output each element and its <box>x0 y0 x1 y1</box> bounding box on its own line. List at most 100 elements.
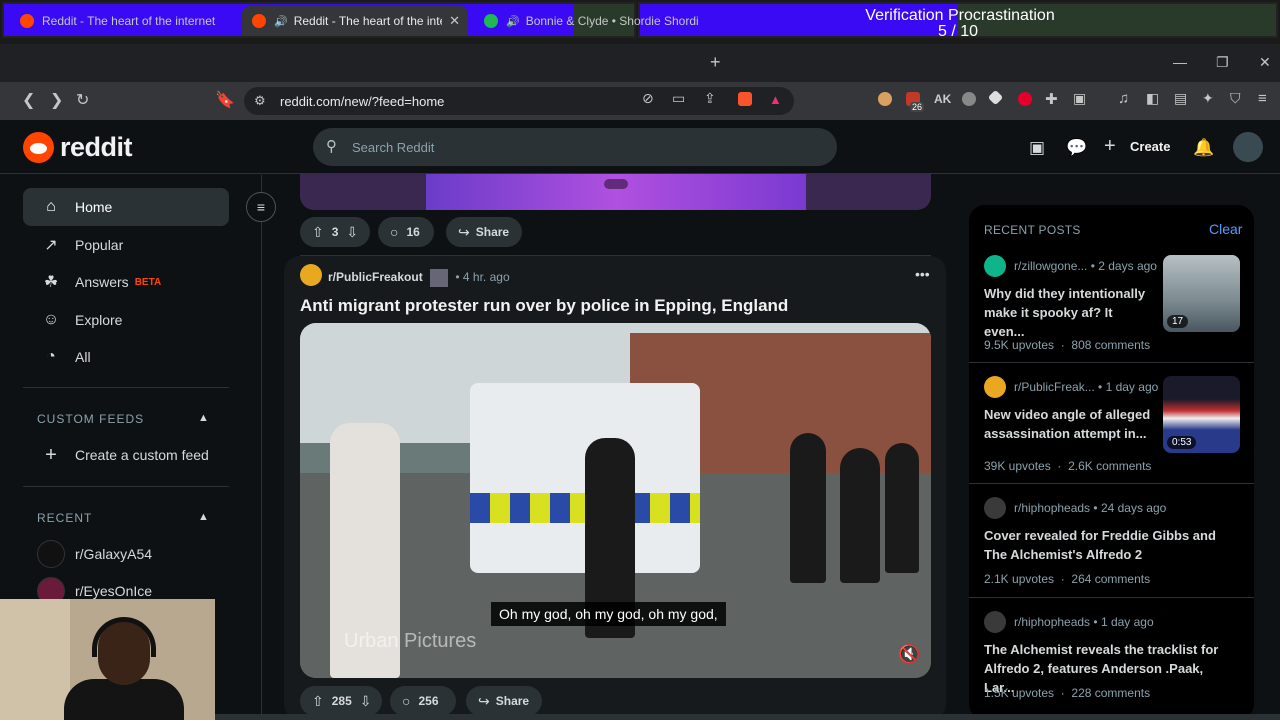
recent-post-subreddit[interactable]: r/hiphopheads • 24 days ago <box>984 497 1166 519</box>
clear-recent-button[interactable]: Clear <box>1209 221 1242 237</box>
create-custom-feed-link[interactable]: + Create a custom feed <box>23 436 229 474</box>
close-tab-icon[interactable]: ✕ <box>449 13 460 29</box>
recent-post-subreddit[interactable]: r/PublicFreak... • 1 day ago <box>984 376 1158 398</box>
window-close-icon[interactable]: ✕ <box>1259 54 1271 71</box>
gallery-dots[interactable] <box>604 179 628 189</box>
sidebar-item-home[interactable]: ⌂ Home <box>23 188 229 226</box>
community-avatar-icon <box>37 540 65 568</box>
video-watermark: Urban Pictures <box>344 630 477 652</box>
vote-control[interactable]: ⇧ 285 ⇩ <box>300 686 382 716</box>
extension-circle-icon[interactable] <box>962 92 976 106</box>
collapse-sidebar-button[interactable]: ≡ <box>246 192 276 222</box>
video-person <box>840 448 880 583</box>
recent-post-thumbnail[interactable]: 17 <box>1163 255 1240 332</box>
custom-feeds-heading[interactable]: CUSTOM FEEDS <box>37 412 144 426</box>
reload-icon[interactable]: ↻ <box>76 90 89 110</box>
extension-badge-count: 26 <box>910 102 925 112</box>
recent-post-thumbnail[interactable]: 0:53 <box>1163 376 1240 453</box>
brave-rewards-icon[interactable]: ▲ <box>769 92 783 107</box>
goal-right-progress: 5 / 10 <box>937 23 979 38</box>
reddit-wordmark[interactable]: reddit <box>60 132 133 163</box>
share-button[interactable]: ↪ Share <box>446 217 522 247</box>
poster-avatar[interactable] <box>430 269 449 287</box>
share-button[interactable]: ↪ Share <box>466 686 542 716</box>
bookmark-icon[interactable]: 🔖 <box>215 90 235 110</box>
post-title[interactable]: Anti migrant protester run over by polic… <box>300 296 788 316</box>
comment-count: 16 <box>406 225 420 239</box>
minimize-icon[interactable]: — <box>1173 54 1187 70</box>
browser-tab-3[interactable]: 🔊 Bonnie & Clyde • Shordie Shordi <box>474 6 698 36</box>
recent-post-title[interactable]: New video angle of alleged assassination… <box>984 405 1156 443</box>
sidebar-item-label: Popular <box>75 237 124 253</box>
cast-icon[interactable]: ▭ <box>672 90 685 107</box>
upvote-icon[interactable]: ⇧ <box>312 224 324 241</box>
extension-ak-icon[interactable]: AK <box>934 92 951 106</box>
extensions-puzzle-icon[interactable]: ✚ <box>1045 90 1058 108</box>
sidebar-toggle-icon[interactable]: ◧ <box>1146 90 1159 107</box>
leo-ai-icon[interactable]: ✦ <box>1202 90 1214 107</box>
url-text[interactable]: reddit.com/new/?feed=home <box>280 94 444 109</box>
more-options-icon[interactable]: ••• <box>915 266 930 282</box>
webcam-overlay <box>0 599 215 720</box>
recent-post-subreddit[interactable]: r/zillowgone... • 2 days ago <box>984 255 1157 277</box>
recent-post-stats: 2.1K upvotes · 264 comments <box>984 572 1151 586</box>
recent-heading[interactable]: RECENT <box>37 511 92 525</box>
advertise-icon[interactable]: ▣ <box>1029 138 1045 158</box>
browser-tab-2[interactable]: 🔊 Reddit - The heart of the inter ✕ <box>242 6 468 36</box>
comment-count: 264 comments <box>1071 572 1151 586</box>
forward-icon[interactable]: ❯ <box>50 90 63 110</box>
upvote-count: 39K upvotes <box>984 459 1051 473</box>
notifications-bell-icon[interactable]: 🔔 <box>1193 138 1214 158</box>
create-plus-icon[interactable]: + <box>1104 135 1116 158</box>
horizontal-scrollbar[interactable] <box>215 714 1280 720</box>
user-avatar[interactable] <box>1233 132 1263 162</box>
downvote-icon[interactable]: ⇩ <box>360 693 372 710</box>
share-label: Share <box>495 694 530 708</box>
extension-hand-icon[interactable] <box>878 92 892 106</box>
share-page-icon[interactable]: ⇪ <box>704 90 716 107</box>
recent-post-title[interactable]: Why did they intentionally make it spook… <box>984 284 1156 341</box>
webcam-background <box>0 599 70 720</box>
sidebar-item-label: Answers <box>75 274 129 290</box>
screenshot-icon[interactable]: ▣ <box>1073 90 1086 107</box>
new-tab-icon[interactable]: + <box>710 52 721 73</box>
sidebar-item-popular[interactable]: ↗ Popular <box>23 226 229 264</box>
back-icon[interactable]: ❮ <box>22 90 35 110</box>
community-avatar-icon <box>984 376 1006 398</box>
recent-post-subreddit[interactable]: r/hiphopheads • 1 day ago <box>984 611 1154 633</box>
downvote-icon[interactable]: ⇩ <box>346 224 358 241</box>
beta-badge: BETA <box>134 276 162 288</box>
sidebar-item-answers[interactable]: ☘ Answers BETA <box>23 263 229 301</box>
create-button[interactable]: Create <box>1130 139 1170 154</box>
vote-control[interactable]: ⇧ 3 ⇩ <box>300 217 370 247</box>
vpn-icon[interactable]: ⛉ <box>1230 90 1241 107</box>
speaker-icon: 🔊 <box>506 15 520 28</box>
no-tracking-icon[interactable]: ⊘ <box>642 90 654 107</box>
comments-button[interactable]: ○ 256 <box>390 686 456 716</box>
maximize-icon[interactable]: ❐ <box>1216 54 1229 71</box>
vote-count: 285 <box>331 694 352 708</box>
chevron-up-icon[interactable]: ▲ <box>198 511 209 523</box>
subreddit-avatar[interactable] <box>300 264 322 286</box>
reddit-logo-icon[interactable] <box>23 132 54 163</box>
mute-icon[interactable]: 🔇 <box>898 644 920 665</box>
chat-icon[interactable]: 💬 <box>1066 138 1087 158</box>
adblock-plus-icon[interactable] <box>1018 92 1032 106</box>
browser-tabstrip <box>0 44 1280 82</box>
upvote-icon[interactable]: ⇧ <box>312 693 324 710</box>
menu-icon[interactable]: ≡ <box>1258 90 1267 107</box>
subreddit-link[interactable]: r/PublicFreakout <box>328 270 423 284</box>
recent-divider <box>969 597 1254 598</box>
chevron-up-icon[interactable]: ▲ <box>198 412 209 424</box>
comments-button[interactable]: ○ 16 <box>378 217 434 247</box>
recent-post-title[interactable]: Cover revealed for Freddie Gibbs and The… <box>984 526 1234 564</box>
browser-tab-1[interactable]: Reddit - The heart of the internet <box>10 6 240 36</box>
wallet-icon[interactable]: ▤ <box>1174 90 1187 107</box>
media-icon[interactable]: ♫ <box>1118 90 1129 107</box>
recent-community-1[interactable]: r/GalaxyA54 <box>23 535 229 573</box>
upvote-count: 9.5K upvotes <box>984 338 1055 352</box>
sidebar-item-explore[interactable]: ☺ Explore <box>23 301 229 339</box>
sidebar-item-all[interactable]: ◔ All <box>23 338 229 376</box>
brave-shields-icon[interactable] <box>738 92 752 106</box>
site-settings-icon[interactable]: ⚙ <box>254 93 266 109</box>
